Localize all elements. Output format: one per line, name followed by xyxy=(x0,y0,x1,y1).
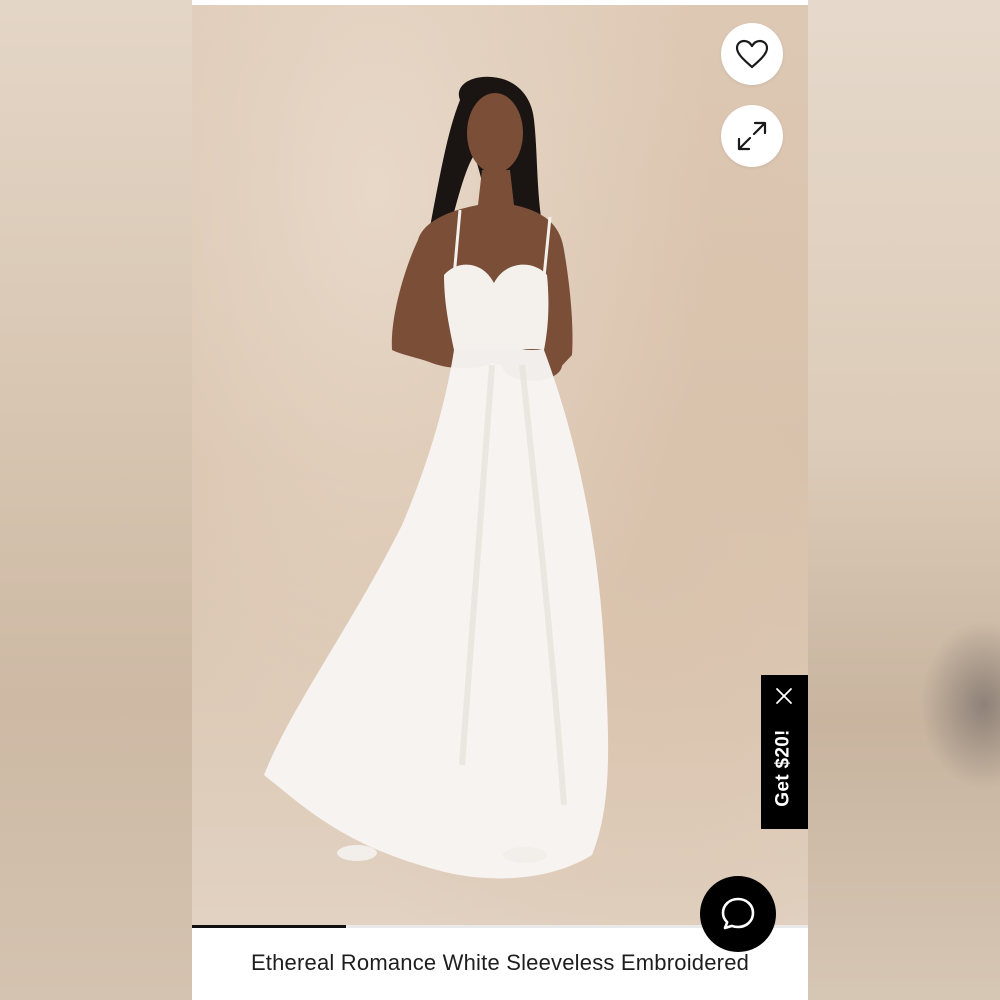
gallery-progress-fill xyxy=(192,925,346,928)
model-face xyxy=(467,93,523,173)
blurred-background-right xyxy=(808,0,1000,1000)
heart-icon xyxy=(735,39,769,69)
expand-button[interactable] xyxy=(721,105,783,167)
promo-label[interactable]: Get $20! xyxy=(764,715,804,821)
favorite-button[interactable] xyxy=(721,23,783,85)
model-shoe-right xyxy=(503,847,547,863)
expand-icon xyxy=(737,121,767,151)
close-icon[interactable] xyxy=(775,687,793,705)
product-photo[interactable] xyxy=(192,5,808,925)
promo-text: Get $20! xyxy=(773,729,795,807)
chat-bubble-icon xyxy=(721,897,755,930)
promo-tab[interactable]: Get $20! xyxy=(761,675,808,829)
blurred-background-left xyxy=(0,0,192,1000)
dress-skirt xyxy=(264,350,609,879)
product-title: Ethereal Romance White Sleeveless Embroi… xyxy=(250,950,750,975)
model-shoe-left xyxy=(337,845,377,861)
chat-button[interactable] xyxy=(700,876,776,952)
product-page: Get $20! Ethereal Romance White Sleevele… xyxy=(192,0,808,1000)
